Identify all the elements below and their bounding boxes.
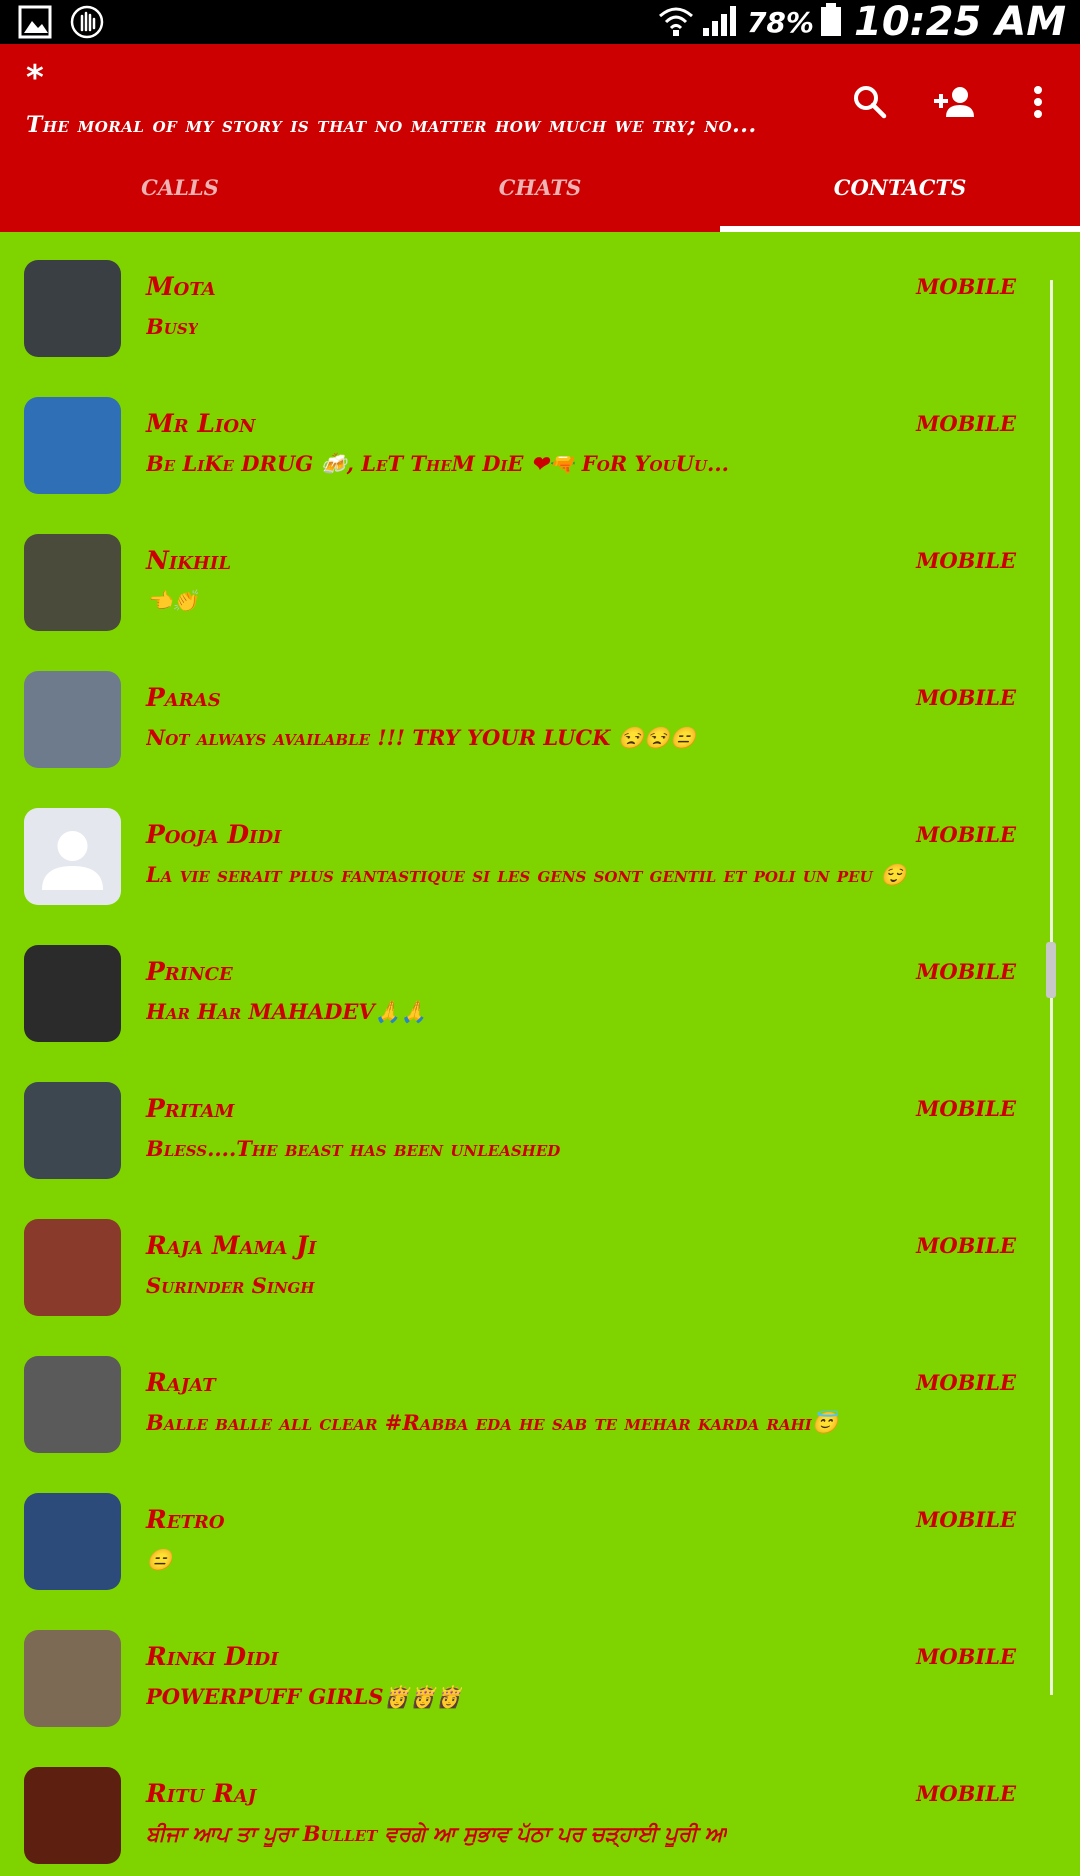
avatar [24,397,121,494]
contact-type: MOBILE [916,274,1016,299]
scrollbar-thumb[interactable] [1046,942,1056,998]
contact-name: Ritu Raj [146,1779,257,1808]
app-bar: * The moral of my story is that no matte… [0,44,1080,232]
contact-type: MOBILE [916,685,1016,710]
avatar [24,808,121,905]
contact-row-retro[interactable]: Retro 😑 MOBILE [0,1465,1080,1602]
tab-bar: CALLS CHATS CONTACTS [0,142,1080,232]
contact-type: MOBILE [916,411,1016,436]
contact-name: Rinki Didi [146,1642,279,1671]
hand-icon [70,4,104,44]
contact-row-mota[interactable]: Mota Busy MOBILE [0,232,1080,369]
battery-icon [820,3,842,41]
contact-row-rajat[interactable]: Rajat Balle balle all clear #Rabba eda h… [0,1328,1080,1465]
avatar [24,1767,121,1864]
contact-row-nikhil[interactable]: Nikhil 👈👏 MOBILE [0,506,1080,643]
contact-type: MOBILE [916,959,1016,984]
contact-type: MOBILE [916,822,1016,847]
avatar [24,260,121,357]
avatar [24,1082,121,1179]
avatar [24,534,121,631]
contact-status: Bless....The beast has been unleashed [146,1136,561,1161]
contact-type: MOBILE [916,1507,1016,1532]
contact-name: Prince [146,957,233,986]
contact-name: Mota [146,272,216,301]
contact-status: Balle balle all clear #Rabba eda he sab … [146,1410,838,1435]
avatar [24,1493,121,1590]
contact-status: La vie serait plus fantastique si les ge… [146,862,907,887]
signal-icon [701,2,741,42]
contact-row-mr-lion[interactable]: Mr Lion Be LiKe DRUG 🍻, LeT TheM DiE ❤🔫 … [0,369,1080,506]
contact-row-ritu-raj[interactable]: Ritu Raj ਬੀਜਾ ਆਪ ਤਾ ਪੂਰਾ Bullet ਵਰਗੇ ਆ ਸ… [0,1739,1080,1876]
search-button[interactable] [828,74,912,134]
contact-status: 👈👏 [146,588,199,613]
contact-name: Retro [146,1505,225,1534]
contact-type: MOBILE [916,1781,1016,1806]
battery-percent: 78% [746,5,814,39]
contact-status: Har Har MAHADEV🙏🙏 [146,999,427,1024]
contact-status: 😑 [146,1547,173,1572]
contact-row-pooja-didi[interactable]: Pooja Didi La vie serait plus fantastiqu… [0,780,1080,917]
clock: 10:25 AM [853,0,1066,45]
contact-status: ਬੀਜਾ ਆਪ ਤਾ ਪੂਰਾ Bullet ਵਰਗੇ ਆ ਸੁਭਾਵ ਪੱਠਾ… [146,1821,728,1846]
contact-type: MOBILE [916,548,1016,573]
more-vert-icon [1033,85,1043,123]
contact-type: MOBILE [916,1233,1016,1258]
contact-list: Mota Busy MOBILE Mr Lion Be LiKe DRUG 🍻,… [0,232,1080,1876]
contact-status: Surinder Singh [146,1273,315,1298]
toolbar-actions [828,74,1080,134]
add-contact-button[interactable] [912,74,996,134]
avatar [24,671,121,768]
contact-row-prince[interactable]: Prince Har Har MAHADEV🙏🙏 MOBILE [0,917,1080,1054]
add-contact-icon [932,85,976,123]
contact-row-paras[interactable]: Paras Not always available !!! TRY YOUR … [0,643,1080,780]
contact-type: MOBILE [916,1370,1016,1395]
contact-name: Nikhil [146,546,231,575]
avatar [24,1630,121,1727]
contact-status: Be LiKe DRUG 🍻, LeT TheM DiE ❤🔫 FoR YouU… [146,451,729,476]
contact-row-raja-mama-ji[interactable]: Raja Mama Ji Surinder Singh MOBILE [0,1191,1080,1328]
gallery-icon [18,5,52,43]
avatar [24,945,121,1042]
contact-type: MOBILE [916,1644,1016,1669]
page-title: * [26,58,44,98]
default-avatar-icon [42,831,103,890]
contact-name: Pritam [146,1094,235,1123]
contact-row-pritam[interactable]: Pritam Bless....The beast has been unlea… [0,1054,1080,1191]
contact-name: Raja Mama Ji [146,1231,317,1260]
avatar [24,1356,121,1453]
avatar [24,1219,121,1316]
contact-row-rinki-didi[interactable]: Rinki Didi POWERPUFF GIRLS👸👸👸 MOBILE [0,1602,1080,1739]
contact-status: Not always available !!! TRY YOUR LUCK 😒… [146,725,697,750]
contact-status: Busy [146,314,199,339]
contact-name: Pooja Didi [146,820,282,849]
more-options-button[interactable] [996,74,1080,134]
contact-name: Mr Lion [146,409,256,438]
tab-chats[interactable]: CHATS [360,142,720,232]
contact-name: Paras [146,683,221,712]
search-icon [852,84,888,124]
contact-status: POWERPUFF GIRLS👸👸👸 [146,1684,462,1709]
tab-calls[interactable]: CALLS [0,142,360,232]
contact-name: Rajat [146,1368,216,1397]
page-subtitle: The moral of my story is that no matter … [26,112,757,138]
contact-type: MOBILE [916,1096,1016,1121]
status-bar: 78% 10:25 AM [0,0,1080,45]
wifi-icon [657,2,695,42]
tab-contacts[interactable]: CONTACTS [720,142,1080,232]
